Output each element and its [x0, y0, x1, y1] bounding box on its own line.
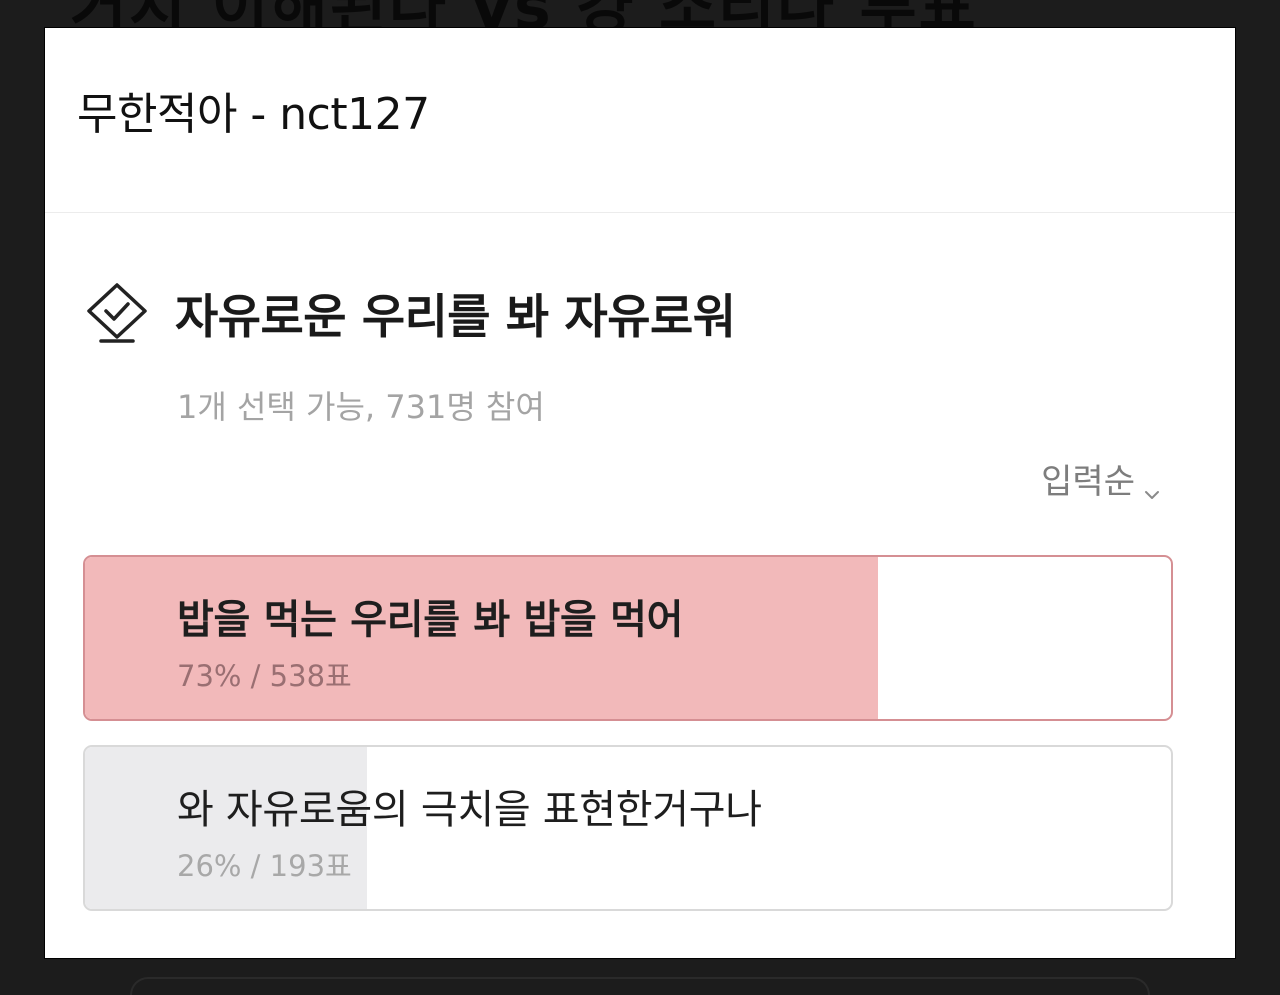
chevron-down-icon — [1143, 473, 1161, 499]
poll-meta: 1개 선택 가능, 731명 참여 — [177, 388, 545, 426]
sort-dropdown[interactable]: 입력순 — [1041, 454, 1161, 503]
poll-option-1[interactable]: 밥을 먹는 우리를 봐 밥을 먹어 73% / 538표 — [83, 555, 1173, 721]
chat-room-title: 무한적아 - nct127 — [77, 89, 430, 140]
screen: 거지 이해된다 vs 걍 소리나 투표 무한적아 - nct127 자유로운 우… — [0, 0, 1280, 995]
poll-option-stats: 26% / 193표 — [177, 849, 352, 883]
poll-option-label: 와 자유로움의 극치을 표현한거구나 — [177, 787, 762, 833]
poll-header: 자유로운 우리를 봐 자유로워 — [81, 278, 736, 347]
vote-box-icon — [81, 281, 153, 345]
sort-label: 입력순 — [1041, 462, 1135, 502]
poll-option-stats: 73% / 538표 — [177, 659, 352, 693]
background-bottom-bar — [130, 977, 1150, 995]
poll-option-2[interactable]: 와 자유로움의 극치을 표현한거구나 26% / 193표 — [83, 745, 1173, 911]
poll-card: 무한적아 - nct127 자유로운 우리를 봐 자유로워 1개 선택 가능, … — [44, 27, 1236, 959]
poll-title: 자유로운 우리를 봐 자유로워 — [175, 290, 736, 345]
poll-option-label: 밥을 먹는 우리를 봐 밥을 먹어 — [177, 597, 684, 643]
chat-header: 무한적아 - nct127 — [45, 28, 1235, 213]
